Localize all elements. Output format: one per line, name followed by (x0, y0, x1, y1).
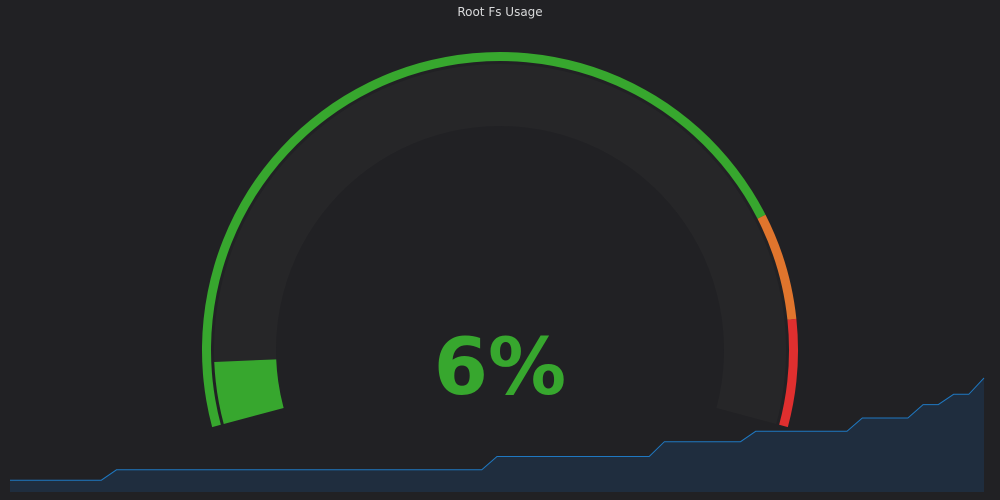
gauge-panel: Root Fs Usage 6% (0, 0, 1000, 500)
gauge-value: 6% (433, 323, 567, 413)
gauge-visualization (10, 51, 985, 492)
